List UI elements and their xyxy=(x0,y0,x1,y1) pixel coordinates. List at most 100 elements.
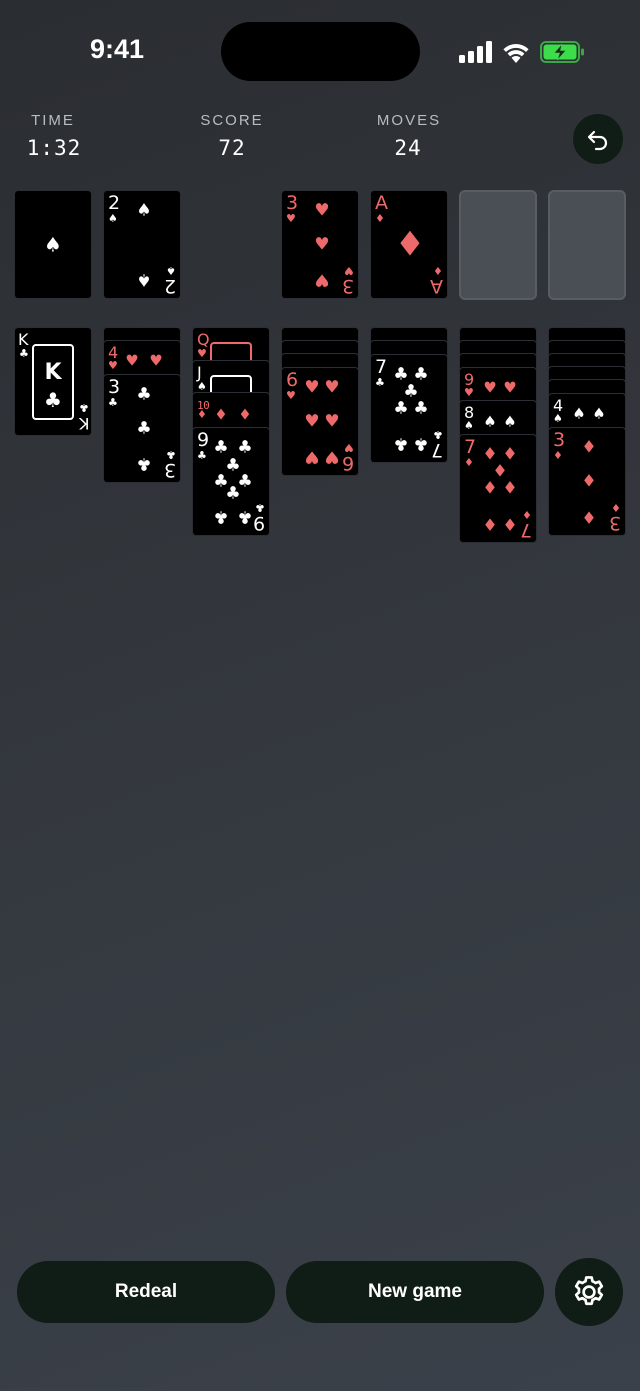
card-rank: 3 xyxy=(553,429,566,451)
card-rank: A xyxy=(430,275,443,297)
status-time: 9:41 xyxy=(90,34,145,64)
diamond-icon: ♦ xyxy=(394,224,426,265)
heart-icon: ♥ xyxy=(324,446,340,467)
club-icon: ♣ xyxy=(197,449,207,462)
card-rank: 7 xyxy=(519,519,532,541)
club-icon: ♣ xyxy=(136,418,152,439)
gear-icon xyxy=(574,1276,604,1306)
card-rank: 7 xyxy=(375,356,388,378)
spade-icon: ♠ xyxy=(483,412,497,431)
heart-icon: ♥ xyxy=(464,386,474,399)
score-label: SCORE xyxy=(200,112,264,129)
tableau-card-three-diamonds[interactable]: 3 ♦ ♦ ♦ ♦ ♦ 3 xyxy=(549,428,625,535)
spade-icon: ♠ xyxy=(553,412,563,425)
time-label: TIME xyxy=(31,112,75,129)
club-icon: ♣ xyxy=(136,384,152,405)
tableau-card-seven-clubs[interactable]: 7 ♣ ♣ ♣ ♣ ♣ ♣ ♣ ♣ ♣ 7 xyxy=(371,355,447,462)
time-value: 1:32 xyxy=(26,136,82,160)
club-icon: ♣ xyxy=(413,398,429,419)
diamond-icon: ♦ xyxy=(464,456,474,469)
card-rank: 6 xyxy=(341,452,354,474)
diamond-icon: ♦ xyxy=(375,212,385,225)
heart-icon: ♥ xyxy=(503,378,517,397)
wifi-icon xyxy=(503,44,529,63)
settings-button[interactable] xyxy=(555,1258,623,1326)
club-icon: ♣ xyxy=(19,347,29,360)
diamond-icon: ♦ xyxy=(553,449,563,462)
club-icon: ♣ xyxy=(213,437,229,458)
club-icon: ♣ xyxy=(237,437,253,458)
diamond-icon: ♦ xyxy=(197,408,207,421)
club-icon: ♣ xyxy=(393,398,409,419)
score-value: 72 xyxy=(218,136,246,160)
card-rank: K xyxy=(78,414,90,433)
foundation-hearts[interactable]: 3 ♥ ♥ ♥ ♥ ♥ 3 xyxy=(282,191,358,298)
heart-icon: ♥ xyxy=(324,377,340,398)
club-icon: ♣ xyxy=(413,433,429,454)
spade-icon: ♠ xyxy=(136,269,152,290)
heart-icon: ♥ xyxy=(304,411,320,432)
tableau-card-nine-clubs[interactable]: 9 ♣ ♣ ♣ ♣ ♣ ♣ ♣ ♣ ♣ ♣ 9 xyxy=(193,428,269,535)
undo-icon xyxy=(587,130,608,151)
dynamic-island xyxy=(221,22,420,81)
heart-icon: ♥ xyxy=(314,234,330,255)
club-icon: ♣ xyxy=(225,483,241,504)
heart-icon: ♥ xyxy=(483,378,497,397)
foundation-diamonds[interactable]: A ♦ ♦ ♦ A xyxy=(371,191,447,298)
heart-icon: ♥ xyxy=(304,377,320,398)
redeal-button[interactable]: Redeal xyxy=(17,1261,275,1323)
foundation-empty-slot[interactable] xyxy=(548,190,626,300)
cellular-signal-icon xyxy=(459,41,492,63)
diamond-icon: ♦ xyxy=(581,506,597,527)
card-center-rank: K xyxy=(44,360,62,385)
foundation-empty-slot[interactable] xyxy=(459,190,537,300)
tableau-card-king-clubs[interactable]: K ♣ K ♣ ♣ K xyxy=(15,328,91,435)
diamond-icon: ♦ xyxy=(214,405,228,424)
card-rank: 3 xyxy=(163,459,176,481)
diamond-icon: ♦ xyxy=(581,437,597,458)
spade-icon: ♠ xyxy=(464,419,474,432)
tableau-card-seven-diamonds[interactable]: 7 ♦ ♦ ♦ ♦ ♦ ♦ ♦ ♦ ♦ 7 xyxy=(460,435,536,542)
spade-icon: ♠ xyxy=(572,404,586,423)
heart-icon: ♥ xyxy=(125,351,139,370)
stock-pile[interactable]: ♠ xyxy=(15,191,91,298)
battery-charging-icon xyxy=(540,41,584,63)
club-icon: ♣ xyxy=(108,396,118,409)
club-icon: ♣ xyxy=(375,376,385,389)
diamond-icon: ♦ xyxy=(581,471,597,492)
heart-icon: ♥ xyxy=(314,269,330,290)
spade-icon: ♠ xyxy=(197,380,207,393)
heart-icon: ♥ xyxy=(108,359,118,372)
waste-card[interactable]: 2 ♠ ♠ ♠ ♠ 2 xyxy=(104,191,180,298)
new-game-button[interactable]: New game xyxy=(286,1261,544,1323)
card-rank: 2 xyxy=(163,275,176,297)
card-rank: 3 xyxy=(286,192,299,214)
heart-icon: ♥ xyxy=(286,212,296,225)
face-card-frame: K ♣ xyxy=(32,344,74,420)
club-icon: ♣ xyxy=(79,401,89,414)
tableau-card-six-hearts[interactable]: 6 ♥ ♥ ♥ ♥ ♥ ♥ ♥ ♥ 6 xyxy=(282,368,358,475)
spade-icon: ♠ xyxy=(503,412,517,431)
moves-label: MOVES xyxy=(376,112,442,129)
card-rank: 7 xyxy=(464,436,477,458)
diamond-icon: ♦ xyxy=(482,478,498,499)
undo-button[interactable] xyxy=(573,114,623,164)
spade-icon: ♠ xyxy=(44,232,62,257)
card-rank: 3 xyxy=(608,512,621,534)
card-rank: 3 xyxy=(341,275,354,297)
spade-icon: ♠ xyxy=(592,404,606,423)
card-rank: 9 xyxy=(252,512,265,534)
tableau-card-three-clubs[interactable]: 3 ♣ ♣ ♣ ♣ ♣ 3 xyxy=(104,375,180,482)
spade-icon: ♠ xyxy=(108,212,118,225)
heart-icon: ♥ xyxy=(314,200,330,221)
diamond-icon: ♦ xyxy=(502,478,518,499)
card-rank: 3 xyxy=(108,376,121,398)
card-rank: A xyxy=(375,192,388,214)
club-icon: ♣ xyxy=(393,433,409,454)
card-rank: 7 xyxy=(430,439,443,461)
heart-icon: ♥ xyxy=(324,411,340,432)
heart-icon: ♥ xyxy=(149,351,163,370)
heart-icon: ♥ xyxy=(286,389,296,402)
card-rank: 9 xyxy=(197,429,210,451)
moves-value: 24 xyxy=(394,136,422,160)
